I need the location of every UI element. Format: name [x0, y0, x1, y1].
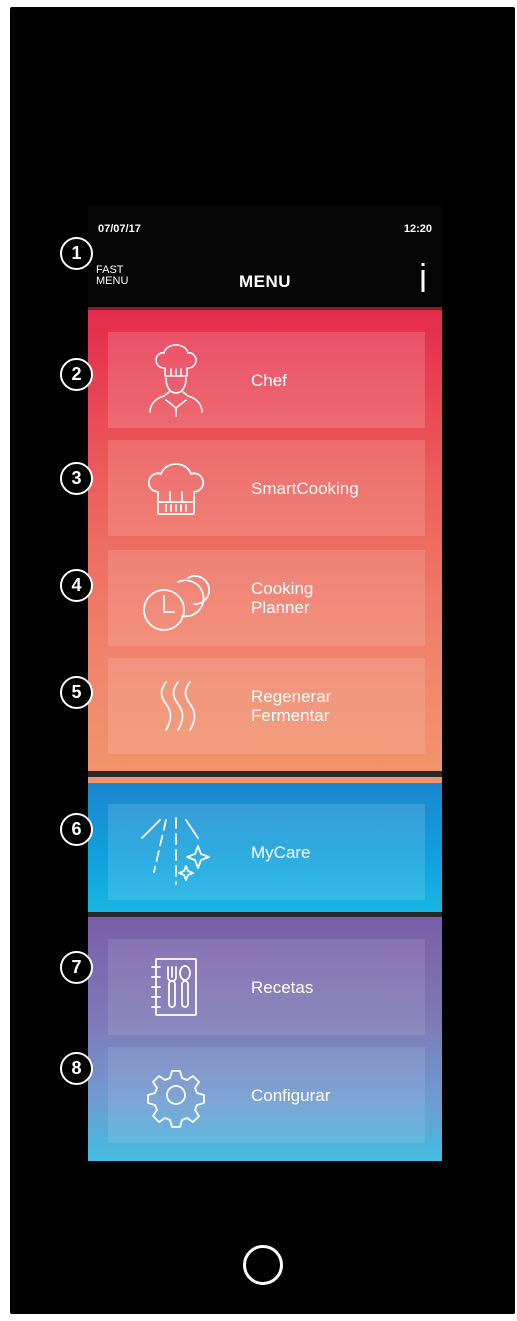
- recipe-book-icon: [136, 947, 216, 1027]
- gear-icon: [136, 1055, 216, 1135]
- callout-8: 8: [60, 1052, 93, 1085]
- tile-label: Recetas: [251, 977, 314, 997]
- tile-label: Regenerar Fermentar: [251, 687, 332, 725]
- tile-label: Configurar: [251, 1085, 331, 1105]
- home-button[interactable]: [243, 1245, 283, 1285]
- callout-7: 7: [60, 951, 93, 984]
- page-title: MENU: [238, 272, 292, 291]
- callout-3: 3: [60, 462, 93, 495]
- callout-1: 1: [60, 237, 93, 270]
- divider: [88, 771, 442, 777]
- tile-smartcooking[interactable]: SmartCooking: [108, 440, 425, 536]
- callout-4: 4: [60, 569, 93, 602]
- chef-icon: [136, 340, 216, 420]
- status-bar: 07/07/17 12:20 FAST MENU MENU: [88, 205, 442, 307]
- clocks-icon: [136, 558, 216, 638]
- tile-regenerar-fermentar[interactable]: Regenerar Fermentar: [108, 658, 425, 754]
- tile-label: SmartCooking: [251, 478, 359, 498]
- tile-label: MyCare: [251, 842, 311, 862]
- tile-mycare[interactable]: MyCare: [108, 804, 425, 900]
- tile-configurar[interactable]: Configurar: [108, 1047, 425, 1143]
- callout-5: 5: [60, 676, 93, 709]
- tile-label: Cooking Planner: [251, 579, 314, 617]
- steam-icon: [136, 666, 216, 746]
- chef-hat-icon: [136, 448, 216, 528]
- tile-recetas[interactable]: Recetas: [108, 939, 425, 1035]
- callout-6: 6: [60, 813, 93, 846]
- tile-label: Chef: [251, 370, 287, 390]
- time-text: 12:20: [403, 223, 432, 235]
- settings-group: Recetas Configurar: [88, 917, 442, 1161]
- tile-chef[interactable]: Chef: [108, 332, 425, 428]
- info-icon[interactable]: [414, 261, 432, 295]
- care-group: MyCare: [88, 783, 442, 918]
- cleaning-spray-icon: [136, 812, 216, 892]
- tile-cooking-planner[interactable]: Cooking Planner: [108, 550, 425, 646]
- date-text: 07/07/17: [98, 223, 141, 235]
- touch-screen: 07/07/17 12:20 FAST MENU MENU Chef Smart…: [88, 205, 442, 1161]
- callout-2: 2: [60, 358, 93, 391]
